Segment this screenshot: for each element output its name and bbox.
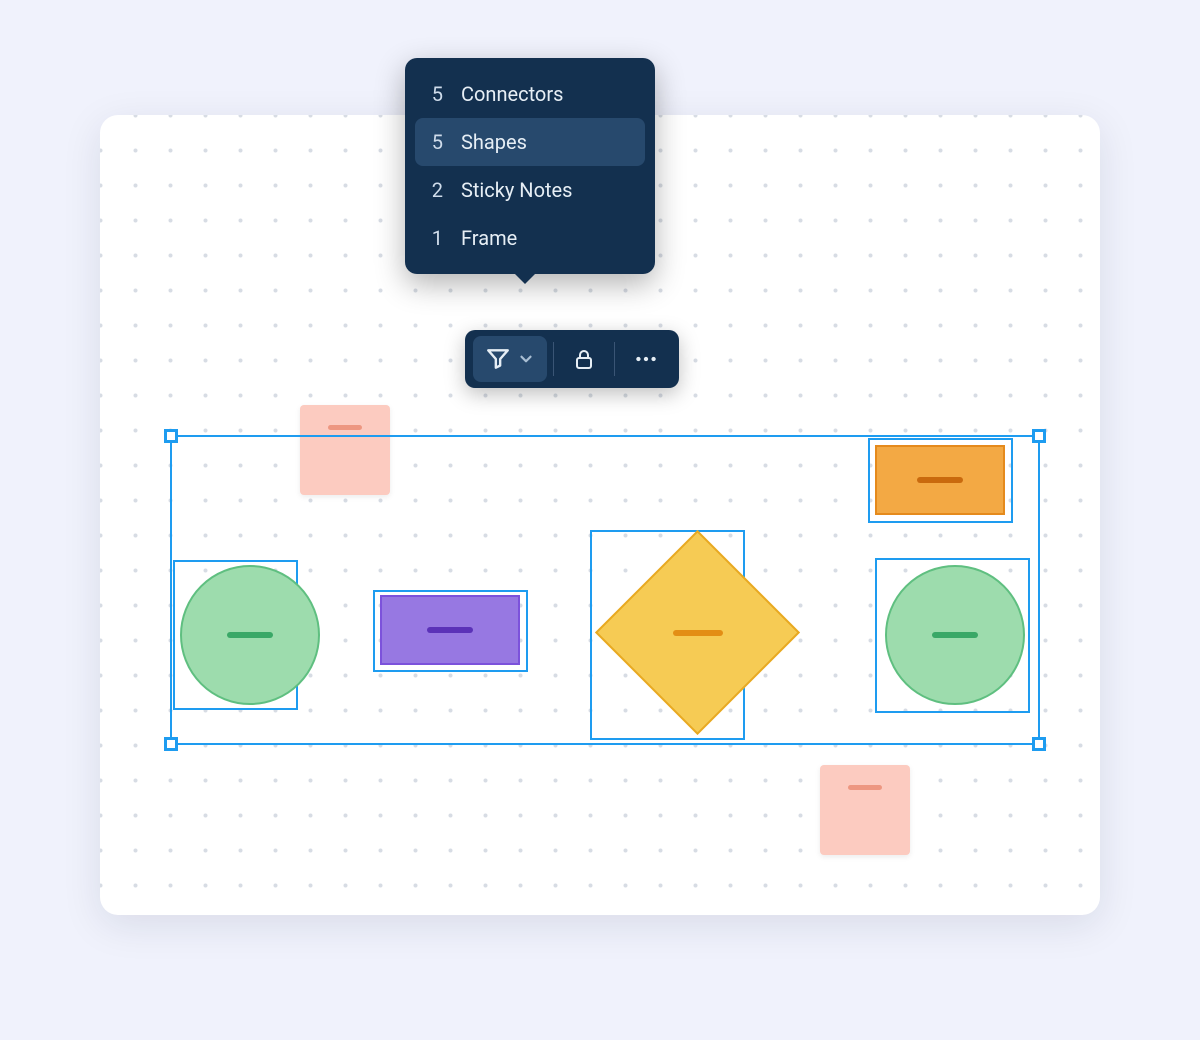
filter-option-label: Connectors	[461, 82, 563, 106]
shape-circle[interactable]	[180, 565, 320, 705]
toolbar-divider	[553, 342, 554, 376]
filter-popover: 5 Connectors 5 Shapes 2 Sticky Notes 1 Frame	[405, 58, 655, 274]
shape-text-placeholder	[673, 630, 723, 636]
filter-option-connectors[interactable]: 5 Connectors	[415, 70, 645, 118]
toolbar-divider	[614, 342, 615, 376]
more-button[interactable]	[621, 336, 671, 382]
filter-option-label: Sticky Notes	[461, 178, 572, 202]
sticky-note[interactable]	[820, 765, 910, 855]
filter-option-count: 5	[429, 130, 443, 154]
shape-text-placeholder	[932, 632, 978, 638]
shape-text-placeholder	[427, 627, 473, 633]
funnel-icon	[485, 346, 511, 372]
sticky-text-placeholder	[328, 425, 362, 430]
selection-toolbar	[465, 330, 679, 388]
selection-handle-top-left[interactable]	[164, 429, 178, 443]
filter-option-count: 5	[429, 82, 443, 106]
selection-handle-bottom-right[interactable]	[1032, 737, 1046, 751]
shape-text-placeholder	[227, 632, 273, 638]
chevron-down-icon	[517, 350, 535, 368]
filter-option-sticky-notes[interactable]: 2 Sticky Notes	[415, 166, 645, 214]
shape-diamond[interactable]	[595, 530, 800, 735]
filter-option-count: 2	[429, 178, 443, 202]
sticky-text-placeholder	[848, 785, 882, 790]
selection-handle-bottom-left[interactable]	[164, 737, 178, 751]
filter-option-shapes[interactable]: 5 Shapes	[415, 118, 645, 166]
shape-circle[interactable]	[885, 565, 1025, 705]
filter-option-frame[interactable]: 1 Frame	[415, 214, 645, 262]
lock-button[interactable]	[560, 337, 608, 381]
filter-button[interactable]	[473, 336, 547, 382]
more-icon	[633, 346, 659, 372]
selection-handle-top-right[interactable]	[1032, 429, 1046, 443]
filter-option-label: Frame	[461, 226, 517, 250]
shape-text-placeholder	[917, 477, 963, 483]
shape-rectangle[interactable]	[875, 445, 1005, 515]
shape-rectangle[interactable]	[380, 595, 520, 665]
filter-option-count: 1	[429, 226, 443, 250]
filter-option-label: Shapes	[461, 130, 527, 154]
lock-icon	[572, 347, 596, 371]
